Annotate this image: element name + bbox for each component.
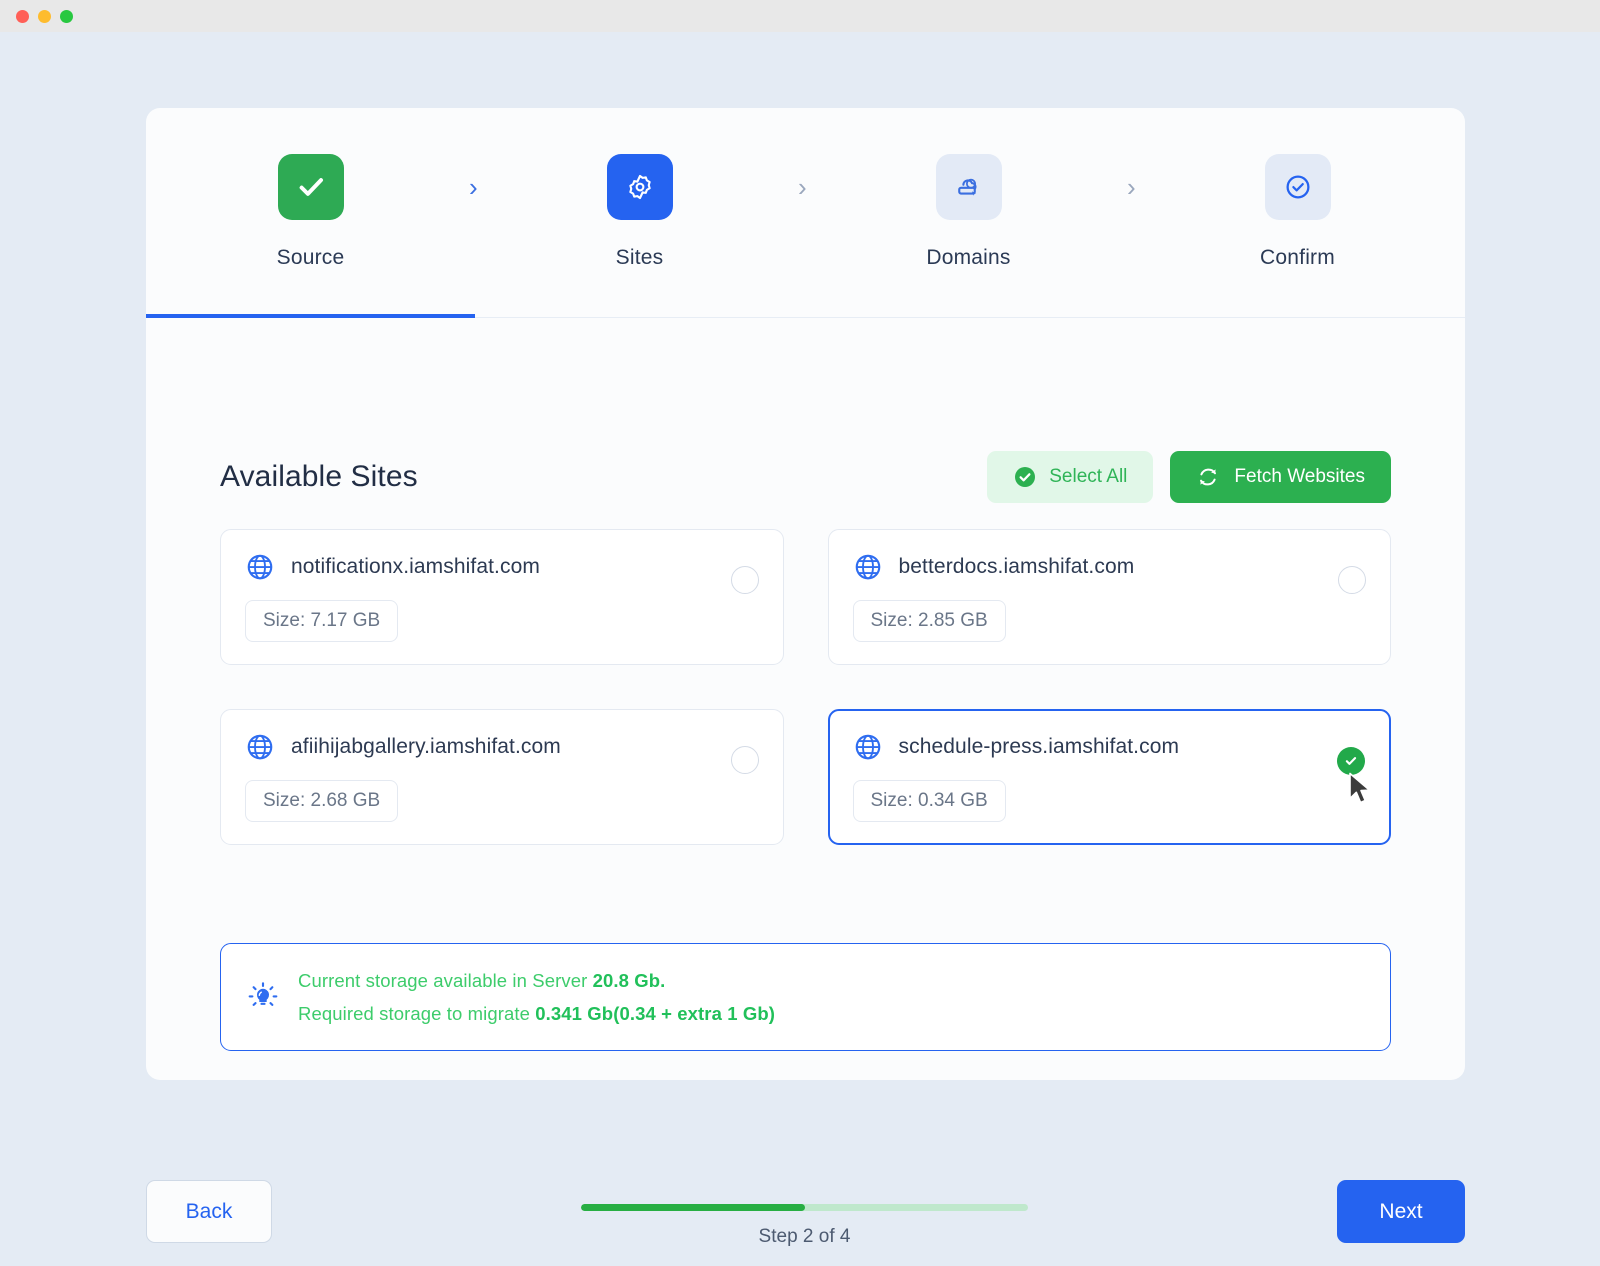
site-card[interactable]: notificationx.iamshifat.com Size: 7.17 G… [220, 529, 784, 665]
storage-required-value: 0.341 Gb(0.34 + extra 1 Gb) [535, 1003, 775, 1024]
storage-available-value: 20.8 Gb. [593, 970, 666, 991]
step-source-icon-box [278, 154, 344, 220]
site-name: schedule-press.iamshifat.com [899, 735, 1180, 759]
wizard-stepper: Source › Sites › [146, 108, 1465, 317]
check-icon [296, 172, 326, 202]
step-sites-icon-box [607, 154, 673, 220]
globe-icon [245, 732, 275, 762]
step-sites[interactable]: Sites [475, 154, 804, 270]
site-card-selected[interactable]: schedule-press.iamshifat.com Size: 0.34 … [828, 709, 1392, 845]
close-window-button[interactable] [16, 10, 29, 23]
migration-wizard-card: Source › Sites › [146, 108, 1465, 1080]
minimize-window-button[interactable] [38, 10, 51, 23]
site-name: betterdocs.iamshifat.com [899, 555, 1135, 579]
site-card[interactable]: betterdocs.iamshifat.com Size: 2.85 GB [828, 529, 1392, 665]
storage-required-prefix: Required storage to migrate [298, 1003, 535, 1024]
progress-fill [581, 1204, 805, 1211]
site-select-toggle[interactable] [1337, 747, 1365, 775]
select-all-button[interactable]: Select All [987, 451, 1153, 503]
step-domains-label: Domains [926, 246, 1010, 270]
step-counter-label: Step 2 of 4 [581, 1226, 1028, 1248]
radio-checked-icon[interactable] [1337, 747, 1365, 775]
globe-icon [853, 552, 883, 582]
fetch-websites-label: Fetch Websites [1234, 466, 1365, 488]
site-select-toggle[interactable] [731, 746, 759, 774]
wizard-content: Available Sites Select All [146, 318, 1465, 1080]
gear-icon [625, 172, 655, 202]
site-size-badge: Size: 2.68 GB [245, 780, 398, 822]
step-source[interactable]: Source [146, 154, 475, 270]
storage-info-banner: Current storage available in Server 20.8… [220, 943, 1391, 1051]
next-button[interactable]: Next [1337, 1180, 1465, 1243]
wizard-progress: Step 2 of 4 [581, 1204, 1028, 1248]
radio-unchecked-icon[interactable] [731, 746, 759, 774]
lightbulb-icon [246, 980, 280, 1014]
storage-required-line: Required storage to migrate 0.341 Gb(0.3… [298, 1003, 775, 1025]
fetch-websites-button[interactable]: Fetch Websites [1170, 451, 1391, 503]
wizard-footer: Back Step 2 of 4 Next [0, 1142, 1600, 1266]
step-confirm-icon-box [1265, 154, 1331, 220]
maximize-window-button[interactable] [60, 10, 73, 23]
step-confirm[interactable]: Confirm [1133, 154, 1462, 270]
storage-text-lines: Current storage available in Server 20.8… [298, 970, 775, 1025]
refresh-icon [1196, 465, 1220, 489]
site-size-badge: Size: 7.17 GB [245, 600, 398, 642]
available-sites-grid: notificationx.iamshifat.com Size: 7.17 G… [220, 529, 1391, 845]
site-select-toggle[interactable] [1338, 566, 1366, 594]
site-select-toggle[interactable] [731, 566, 759, 594]
site-card-header: betterdocs.iamshifat.com [853, 552, 1367, 582]
check-circle-icon [1283, 172, 1313, 202]
step-source-label: Source [277, 246, 345, 270]
storage-available-line: Current storage available in Server 20.8… [298, 970, 775, 992]
site-card[interactable]: afiihijabgallery.iamshifat.com Size: 2.6… [220, 709, 784, 845]
globe-icon [853, 732, 883, 762]
check-circle-filled-icon [1013, 465, 1037, 489]
radio-unchecked-icon[interactable] [731, 566, 759, 594]
site-name: notificationx.iamshifat.com [291, 555, 540, 579]
step-domains[interactable]: Domains [804, 154, 1133, 270]
site-card-header: notificationx.iamshifat.com [245, 552, 759, 582]
site-card-header: schedule-press.iamshifat.com [853, 732, 1367, 762]
site-card-header: afiihijabgallery.iamshifat.com [245, 732, 759, 762]
select-all-label: Select All [1049, 466, 1127, 488]
step-domains-icon-box [936, 154, 1002, 220]
page-title: Available Sites [220, 460, 418, 494]
storage-available-prefix: Current storage available in Server [298, 970, 593, 991]
header-actions: Select All Fetch Websites [987, 451, 1391, 503]
progress-track [581, 1204, 1028, 1211]
window-body: Source › Sites › [0, 32, 1600, 1266]
site-size-badge: Size: 0.34 GB [853, 780, 1006, 822]
step-sites-label: Sites [616, 246, 664, 270]
back-button[interactable]: Back [146, 1180, 272, 1243]
site-size-badge: Size: 2.85 GB [853, 600, 1006, 642]
site-name: afiihijabgallery.iamshifat.com [291, 735, 561, 759]
window-titlebar [0, 0, 1600, 32]
globe-icon [245, 552, 275, 582]
step-confirm-label: Confirm [1260, 246, 1335, 270]
available-sites-header: Available Sites Select All [220, 451, 1391, 503]
domain-cloud-icon [954, 172, 984, 202]
radio-unchecked-icon[interactable] [1338, 566, 1366, 594]
